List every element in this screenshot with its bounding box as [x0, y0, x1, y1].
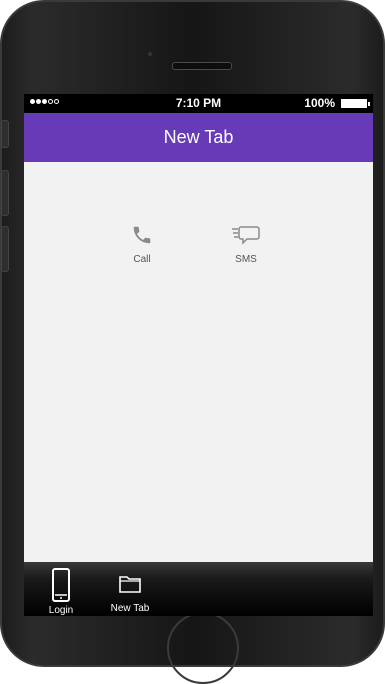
volume-down-button: [1, 226, 9, 272]
phone-icon: [133, 226, 151, 244]
tab-login-label: Login: [48, 605, 74, 616]
folder-icon: [119, 576, 141, 593]
tab-bar: Login New Tab: [24, 562, 373, 616]
mobile-icon: [52, 568, 70, 602]
sms-button[interactable]: SMS: [216, 224, 276, 265]
battery-icon: [341, 99, 370, 108]
mute-switch: [1, 120, 9, 148]
page-title: New Tab: [24, 113, 373, 162]
tab-new-tab-label: New Tab: [110, 603, 150, 614]
status-bar: 7:10 PM 100%: [24, 94, 373, 113]
home-button[interactable]: [167, 612, 239, 684]
tab-login[interactable]: Login: [31, 562, 91, 616]
sms-label: SMS: [235, 254, 257, 265]
earpiece-speaker: [172, 62, 232, 70]
volume-up-button: [1, 170, 9, 216]
call-button[interactable]: Call: [112, 224, 172, 265]
sms-icon: [232, 226, 260, 245]
call-label: Call: [133, 254, 151, 265]
battery-percentage: 100%: [304, 96, 335, 110]
front-camera: [148, 52, 152, 56]
phone-frame: 7:10 PM 100% New Tab Call SMS Login New …: [0, 0, 385, 684]
tab-new-tab[interactable]: New Tab: [100, 562, 160, 616]
screen: 7:10 PM 100% New Tab Call SMS Login New …: [24, 94, 373, 616]
